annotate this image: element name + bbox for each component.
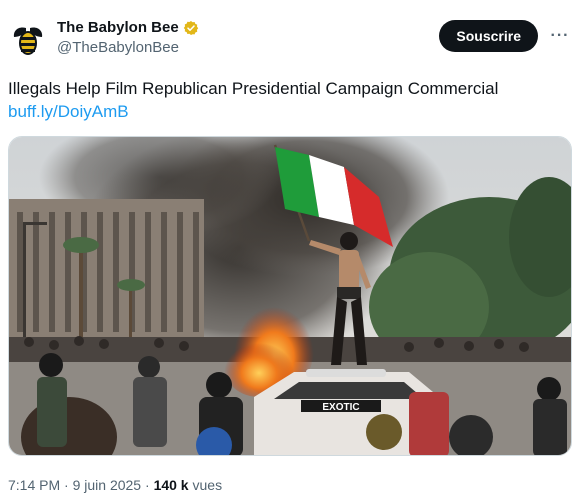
car-text: EXOTIC: [322, 402, 359, 413]
verified-badge-icon[interactable]: [183, 20, 199, 36]
tweet-text: Illegals Help Film Republican Presidenti…: [8, 79, 499, 98]
views-label: vues: [188, 477, 223, 493]
tweet-media-image[interactable]: EXOTIC: [8, 136, 572, 456]
more-options-icon[interactable]: ···: [544, 20, 576, 52]
tweet-time[interactable]: 7:14 PM: [8, 477, 60, 493]
meta-separator: ·: [60, 477, 73, 493]
tweet-meta: 7:14 PM · 9 juin 2025 · 140 k vues: [8, 476, 222, 494]
avatar[interactable]: [8, 20, 48, 60]
subscribe-button[interactable]: Souscrire: [439, 20, 538, 52]
account-names: The Babylon Bee @TheBabylonBee: [57, 18, 199, 58]
tweet-link[interactable]: buff.ly/DoiyAmB: [8, 101, 129, 123]
meta-separator: ·: [141, 477, 154, 493]
views-count: 140 k: [153, 477, 189, 493]
tweet-date[interactable]: 9 juin 2025: [73, 477, 142, 493]
tweet-header: The Babylon Bee @TheBabylonBee Souscrire…: [8, 18, 576, 64]
bee-logo-icon: [13, 27, 43, 55]
handle[interactable]: @TheBabylonBee: [57, 38, 199, 58]
display-name[interactable]: The Babylon Bee: [57, 18, 179, 38]
protest-photo: EXOTIC: [9, 137, 571, 455]
